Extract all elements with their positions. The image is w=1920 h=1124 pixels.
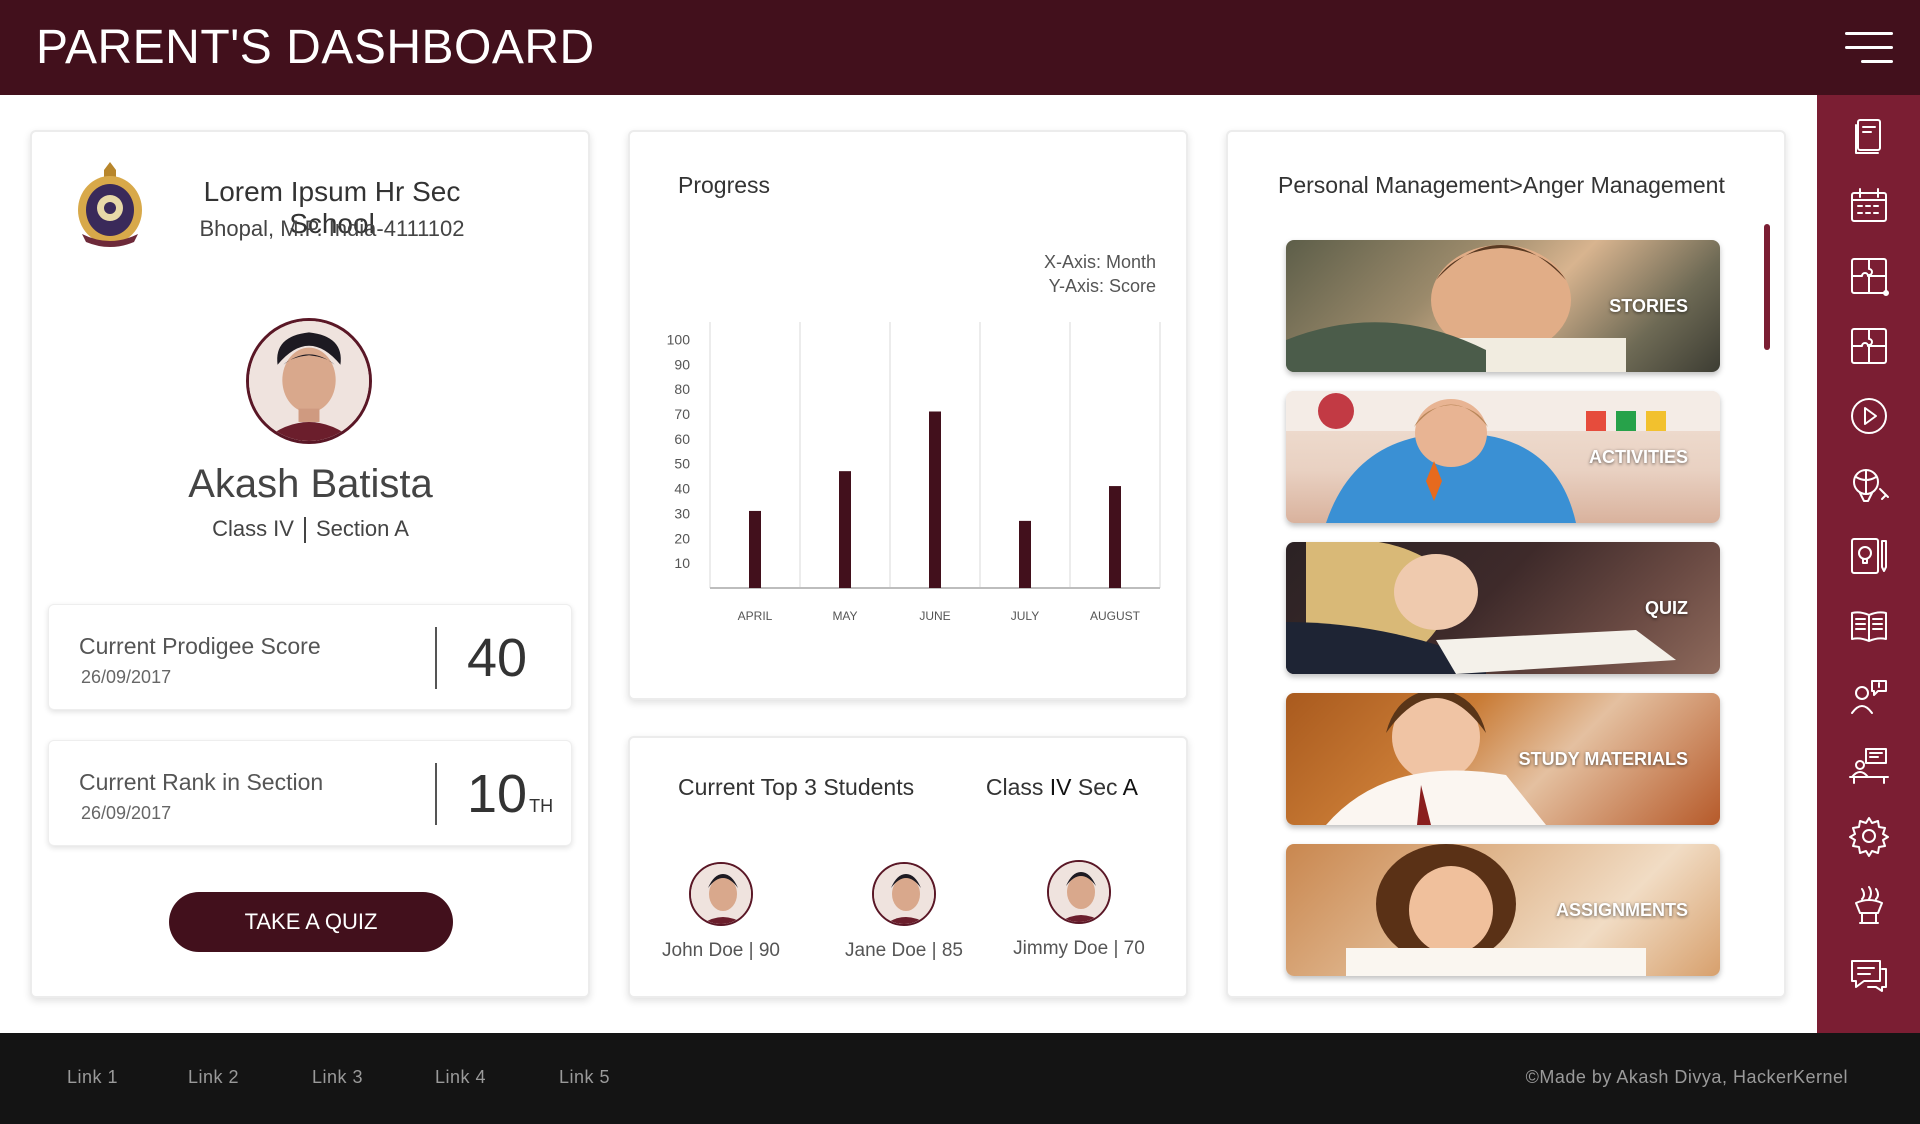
top-student-label: Jane Doe | 85	[845, 940, 963, 961]
school-address: Bhopal, M.P. India-4111102	[199, 216, 465, 241]
progress-title: Progress	[678, 172, 771, 198]
tile-study-materials[interactable]: STUDY MATERIALS	[1286, 693, 1720, 825]
footer: Link 1 Link 2 Link 3 Link 4 Link 5 ©Made…	[0, 1033, 1920, 1124]
student-avatar	[689, 862, 753, 926]
activities-scrollbar[interactable]	[1764, 224, 1770, 350]
balloon-icon[interactable]	[1847, 464, 1891, 508]
progress-card: Progress X-Axis: Month Y-Axis: Score 10 2…	[628, 130, 1188, 700]
top-student-2[interactable]: Jane Doe | 85	[819, 862, 989, 962]
tile-stories[interactable]: STORIES	[1286, 240, 1720, 372]
top-students-class: Class IV Sec A	[985, 774, 1138, 800]
tile-label: STUDY MATERIALS	[1518, 749, 1688, 769]
hamburger-menu-icon[interactable]	[1845, 32, 1893, 64]
y-axis-note: Y-Axis: Score	[1048, 276, 1156, 296]
play-icon[interactable]	[1847, 394, 1891, 438]
tile-assignments[interactable]: ASSIGNMENTS	[1286, 844, 1720, 976]
page-title: PARENT'S DASHBOARD	[36, 21, 595, 74]
tile-label: ACTIVITIES	[1588, 447, 1688, 467]
chart-bar	[839, 471, 851, 588]
classroom-icon[interactable]	[1847, 744, 1891, 788]
footer-link-2[interactable]: Link 2	[188, 1067, 239, 1088]
open-book-icon[interactable]	[1847, 604, 1891, 648]
chart-y-tick-label: 60	[674, 431, 690, 447]
top-students-card: Current Top 3 Students Class IV Sec A Jo…	[628, 736, 1188, 998]
top-student-label: John Doe | 90	[662, 940, 780, 961]
student-section: Section A	[315, 516, 409, 541]
tile-activities[interactable]: ACTIVITIES	[1286, 391, 1720, 523]
footer-link-4[interactable]: Link 4	[435, 1067, 486, 1088]
prodigee-score-date: 26/09/2017	[81, 667, 172, 687]
prodigee-score-label: Current Prodigee Score	[79, 633, 321, 659]
tile-label: ASSIGNMENTS	[1555, 900, 1688, 920]
x-axis-note: X-Axis: Month	[1043, 252, 1156, 272]
section-rank-date: 26/09/2017	[81, 803, 172, 823]
top-students-title: Current Top 3 Students	[678, 774, 915, 800]
student-name: Akash Batista	[188, 462, 433, 506]
chart-bar	[929, 411, 941, 588]
prodigee-score-value: 40	[467, 628, 528, 688]
chart-x-tick-label: AUGUST	[1090, 609, 1141, 623]
chart-y-tick-label: 10	[674, 555, 690, 571]
footer-link-1[interactable]: Link 1	[67, 1067, 118, 1088]
top-student-3[interactable]: Jimmy Doe | 70	[994, 860, 1164, 960]
student-class-section: Class IV Section A	[32, 516, 589, 544]
chart-y-tick-label: 70	[674, 406, 690, 422]
tile-label: STORIES	[1609, 296, 1688, 316]
progress-bar-chart: 10 20 30 40 50 60 70 80 90 100 APRIL MAY JUNE JULY AUG…	[667, 322, 1161, 623]
chart-bar	[1019, 520, 1031, 588]
chart-y-tick-label: 50	[674, 456, 690, 472]
tile-label: QUIZ	[1645, 598, 1688, 618]
footer-credit: ©Made by Akash Divya, HackerKernel	[1525, 1067, 1848, 1087]
lightbulb-book-icon[interactable]	[1847, 534, 1891, 578]
student-avatar	[246, 318, 372, 444]
right-sidebar	[1817, 95, 1920, 1033]
section-rank-value: 10 TH	[467, 764, 554, 824]
top-header: PARENT'S DASHBOARD	[0, 0, 1920, 95]
chart-y-tick-label: 80	[674, 381, 690, 397]
chart-x-tick-label: JULY	[1011, 609, 1039, 623]
student-avatar	[1047, 860, 1111, 924]
profile-card: Lorem Ipsum Hr Sec School Bhopal, M.P. I…	[30, 130, 590, 998]
calendar-icon[interactable]	[1847, 184, 1891, 228]
top-student-label: Jimmy Doe | 70	[1013, 938, 1145, 959]
section-rank-box: Current Rank in Section 26/09/2017 10 TH	[48, 740, 572, 846]
puzzle-icon[interactable]	[1847, 254, 1891, 298]
chart-bar	[749, 510, 761, 588]
handshake-icon[interactable]	[1847, 884, 1891, 928]
section-rank-label: Current Rank in Section	[79, 769, 324, 795]
teacher-icon[interactable]	[1847, 674, 1891, 718]
chat-icon[interactable]	[1847, 954, 1891, 998]
top-student-1[interactable]: John Doe | 90	[636, 862, 806, 962]
tile-quiz[interactable]: QUIZ	[1286, 542, 1720, 674]
chart-y-tick-label: 90	[674, 356, 690, 372]
activities-card: Personal Management>Anger Management STO…	[1226, 130, 1786, 998]
chart-x-tick-label: JUNE	[919, 609, 950, 623]
chart-y-tick-label: 30	[674, 505, 690, 521]
chart-x-tick-label: APRIL	[738, 609, 773, 623]
student-class: Class IV	[212, 516, 294, 541]
school-crest-logo	[78, 162, 142, 247]
chart-y-tick-label: 100	[667, 331, 691, 347]
chart-y-tick-label: 20	[674, 530, 690, 546]
puzzle-alt-icon[interactable]	[1847, 324, 1891, 368]
student-avatar	[872, 862, 936, 926]
axis-legend: X-Axis: Month Y-Axis: Score	[1044, 250, 1156, 298]
activities-breadcrumb: Personal Management>Anger Management	[1278, 172, 1725, 198]
chart-bar	[1109, 486, 1121, 588]
take-quiz-button[interactable]: TAKE A QUIZ	[169, 892, 453, 952]
notebook-icon[interactable]	[1847, 114, 1891, 158]
footer-link-3[interactable]: Link 3	[312, 1067, 363, 1088]
prodigee-score-box: Current Prodigee Score 26/09/2017 40	[48, 604, 572, 710]
gear-icon[interactable]	[1847, 814, 1891, 858]
footer-link-5[interactable]: Link 5	[559, 1067, 610, 1088]
chart-y-tick-label: 40	[674, 481, 690, 497]
chart-x-tick-label: MAY	[832, 609, 857, 623]
